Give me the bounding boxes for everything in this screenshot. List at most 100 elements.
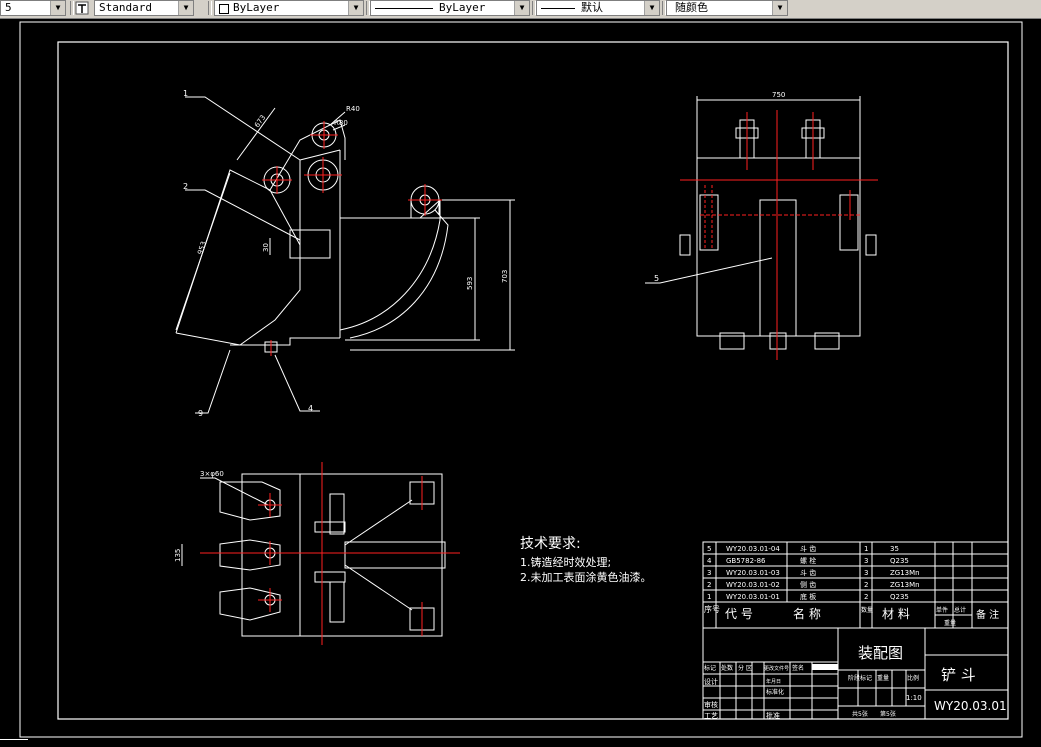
bom-row: 2 WY20.03.01-02 侧 齿 2 ZG13Mn (707, 580, 920, 589)
label-standard: 标准化 (766, 688, 784, 696)
bom-row: 1 WY20.03.01-01 底 板 2 Q235 (707, 592, 909, 601)
lineweight-value: 默认 (581, 1, 603, 14)
side-tooth-right (814, 332, 840, 350)
dim-750-line (696, 96, 861, 158)
top-clamp-lower (314, 571, 346, 583)
top-view-inner (299, 473, 443, 637)
layer-value: 5 (5, 1, 12, 14)
middle-plate (289, 229, 331, 259)
bom-cell-no: 4 (707, 557, 712, 565)
bom-header-qty: 数量 (861, 606, 873, 614)
bom-header-note: 备 注 (976, 608, 999, 621)
drawing-title: 装配图 (858, 644, 903, 662)
chevron-down-icon[interactable]: ▼ (772, 1, 787, 15)
title-block-fill (812, 664, 838, 670)
dim-703: 703 (501, 270, 509, 283)
bom-header-code: 代 号 (725, 607, 753, 621)
label-approve: 批准 (766, 711, 780, 720)
color-dropdown[interactable]: ByLayer ▼ (214, 0, 364, 16)
callout-5: 5 (654, 274, 659, 283)
bom-row: 5 WY20.03.01-04 斗 齿 1 35 (707, 545, 899, 553)
bom-cell-material: 35 (890, 545, 899, 553)
linetype-dropdown[interactable]: ByLayer ▼ (370, 0, 530, 16)
role-review: 审核 (704, 700, 718, 709)
role-process: 工艺 (704, 712, 718, 720)
drawing-number: WY20.03.01 (934, 699, 1007, 713)
chevron-down-icon[interactable]: ▼ (514, 1, 529, 15)
text-style-icon[interactable] (74, 0, 90, 16)
side-view (645, 96, 877, 350)
side-view-centerlines (680, 110, 878, 360)
label-stage: 阶段标记 (848, 674, 872, 682)
bucket-arm-plate (299, 149, 341, 338)
bom-cell-code: WY20.03.01-04 (726, 545, 780, 553)
callout-9: 9 (198, 409, 203, 418)
properties-toolbar: 5 ▼ Standard ▼ ByLayer ▼ ByLayer ▼ 默认 ▼ … (0, 0, 1041, 19)
dim-703-line (350, 199, 515, 351)
callout-4: 4 (308, 404, 313, 413)
bom-cell-name: 底 板 (800, 592, 816, 601)
layer-dropdown[interactable]: 5 ▼ (0, 0, 66, 16)
rev-sign: 签名 (792, 664, 804, 672)
leader-1 (185, 96, 301, 161)
top-view-outline (241, 473, 443, 637)
plot-style-value: 随颜色 (675, 1, 708, 14)
side-center-rib (759, 199, 797, 337)
dim-750: 750 (772, 91, 785, 99)
chevron-down-icon[interactable]: ▼ (178, 1, 193, 15)
bom-header-material: 材 料 (882, 607, 910, 621)
side-lug-right (865, 234, 877, 256)
bom-header-total: 总计 (954, 606, 966, 614)
chevron-down-icon[interactable]: ▼ (50, 1, 65, 15)
bom-header-name: 名 称 (793, 606, 821, 621)
bom-cell-qty: 2 (864, 581, 868, 589)
linetype-preview-icon (375, 8, 433, 9)
bom-cell-code: GB5782-86 (726, 557, 766, 565)
bom-cell-qty: 2 (864, 593, 868, 601)
bom-cell-name: 螺 栓 (800, 556, 816, 565)
scale-value: 1:10 (906, 694, 922, 702)
dim-673-line (236, 107, 276, 161)
text-style-dropdown[interactable]: Standard ▼ (94, 0, 194, 16)
plot-style-dropdown[interactable]: 随颜色 ▼ (666, 0, 788, 16)
bom-cell-code: WY20.03.01-01 (726, 593, 780, 601)
chevron-down-icon[interactable]: ▼ (644, 1, 659, 15)
bom-cell-name: 斗 齿 (800, 569, 816, 577)
bom-cell-material: ZG13Mn (890, 569, 920, 577)
bom-cell-no: 3 (707, 569, 711, 577)
side-lug-left (679, 234, 691, 256)
bucket-cutting-edge (230, 337, 340, 346)
leader-5 (645, 257, 773, 284)
drawing-canvas[interactable]: 1 2 9 4 673 R40 R80 953 30 593 703 750 5… (0, 19, 1041, 739)
bom-cell-material: Q235 (890, 593, 909, 601)
part-name: 铲 斗 (941, 666, 976, 684)
label-ratio: 比例 (907, 674, 919, 682)
chevron-down-icon[interactable]: ▼ (348, 1, 363, 15)
dim-953: 953 (196, 240, 208, 255)
bom-row: 3 WY20.03.01-03 斗 齿 3 ZG13Mn (707, 569, 920, 577)
dim-r80: R80 (334, 119, 348, 127)
bom-cell-no: 1 (707, 593, 711, 601)
side-view-outline (696, 157, 861, 337)
text-style-value: Standard (99, 1, 152, 14)
bottom-curve-outer (339, 199, 441, 331)
dim-holes: 3×φ60 (200, 470, 224, 478)
bom-row: 4 GB5782-86 螺 栓 3 Q235 (707, 556, 909, 565)
lineweight-dropdown[interactable]: 默认 ▼ (536, 0, 660, 16)
tooth-middle (219, 539, 281, 571)
leader-4 (274, 354, 320, 412)
bucket-side-plate (175, 169, 301, 346)
bom-cell-code: WY20.03.01-02 (726, 581, 780, 589)
role-design: 设计 (704, 677, 718, 686)
top-web-lower (329, 581, 345, 623)
rev-mark: 标记 (704, 664, 716, 672)
front-view (175, 96, 515, 414)
tech-req-title: 技术要求: (520, 536, 581, 552)
callout-2: 2 (183, 182, 188, 191)
side-tooth-middle (769, 332, 787, 350)
tooth-lower (219, 587, 281, 621)
lineweight-preview-icon (541, 8, 575, 9)
leader-2 (185, 189, 301, 241)
bom-cell-name: 斗 齿 (800, 545, 816, 553)
bom-cell-name: 侧 齿 (800, 580, 816, 589)
